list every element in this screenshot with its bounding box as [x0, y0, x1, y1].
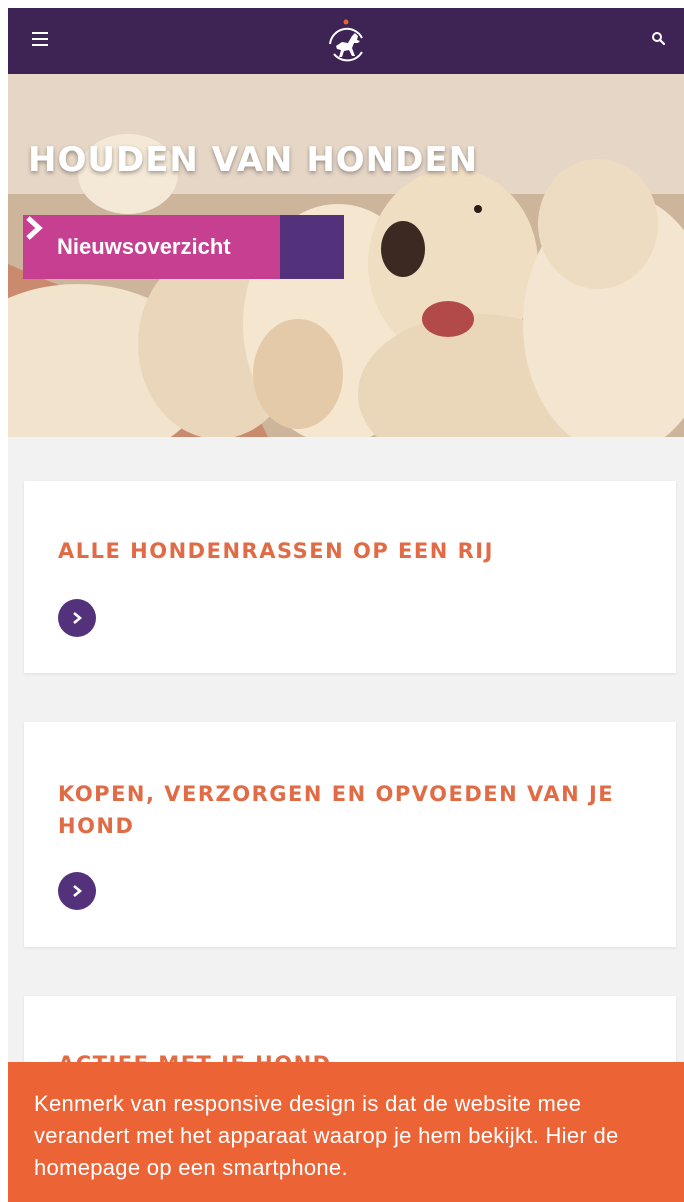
card-buying-care-training[interactable]: KOPEN, VERZORGEN EN OPVOEDEN VAN JE HOND — [24, 722, 676, 947]
hamburger-menu-icon[interactable] — [32, 32, 48, 48]
hero-title: HOUDEN VAN HONDEN — [28, 140, 479, 180]
card-dog-breeds[interactable]: ALLE HONDENRASSEN OP EEN RIJ — [24, 481, 676, 673]
card-title: ALLE HONDENRASSEN OP EEN RIJ — [58, 539, 494, 563]
chevron-right-icon — [26, 215, 344, 279]
news-overview-button[interactable]: Nieuwsoverzicht — [23, 215, 344, 279]
caption-text: Kenmerk van responsive design is dat de … — [34, 1091, 619, 1180]
card-title: KOPEN, VERZORGEN EN OPVOEDEN VAN JE HOND — [58, 782, 615, 838]
news-overview-label: Nieuwsoverzicht — [23, 215, 280, 279]
top-navigation-bar — [8, 8, 684, 74]
mobile-screenshot: HOUDEN VAN HONDEN Nieuwsoverzicht ALLE H… — [8, 8, 684, 1202]
chevron-right-icon[interactable] — [58, 599, 96, 637]
hero-banner: HOUDEN VAN HONDEN Nieuwsoverzicht — [8, 74, 684, 437]
caption-overlay: Kenmerk van responsive design is dat de … — [8, 1062, 684, 1202]
chevron-right-icon[interactable] — [58, 872, 96, 910]
dog-logo-icon[interactable] — [324, 16, 370, 66]
search-icon[interactable] — [650, 30, 668, 48]
